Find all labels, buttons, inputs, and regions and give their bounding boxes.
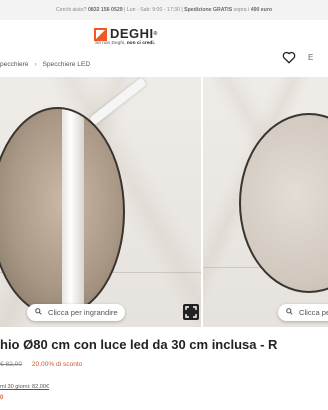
zoom-button-2[interactable]: Clicca pe	[278, 304, 328, 321]
breadcrumb-item-specchiere-led[interactable]: Specchiere LED	[42, 61, 90, 68]
shipping-threshold: 490 euro	[250, 7, 273, 13]
expand-icon	[185, 306, 197, 318]
round-mirror-image	[0, 107, 125, 317]
search-icon	[35, 308, 42, 315]
opening-hours: | Lun - Sab: 9:00 - 17:30 |	[124, 7, 183, 13]
round-mirror-image-2	[239, 113, 328, 293]
gallery-image-2[interactable]	[203, 77, 328, 327]
discount-badge: 20,00% di sconto	[31, 361, 83, 368]
chevron-right-icon: ›	[34, 61, 37, 68]
lowest-price-note: ml 30 giorni: 82,00€	[0, 384, 50, 390]
price-row: € 82,00 20,00% di sconto	[0, 361, 82, 368]
product-title: hio Ø80 cm con luce led da 30 cm inclusa…	[0, 337, 278, 352]
fullscreen-button[interactable]	[183, 304, 199, 320]
logo-mark-icon	[94, 28, 107, 41]
help-text: Cerchi aiuto?	[55, 7, 87, 13]
breadcrumb-item-specchiere[interactable]: pecchiere	[0, 61, 29, 68]
brand-tagline: Se non Deghi, non ci credi.	[95, 41, 156, 46]
top-info-bar: Cerchi aiuto? 0832 156 0529 | Lun - Sab:…	[0, 0, 328, 20]
product-gallery[interactable]	[0, 77, 328, 327]
gallery-image-1[interactable]	[0, 77, 201, 327]
status-indicator: 0	[0, 395, 4, 401]
zoom-label-2: Clicca pe	[299, 308, 328, 317]
breadcrumb: pecchiere › Specchiere LED	[0, 61, 328, 73]
brand-logo[interactable]: DEGHI®	[94, 27, 158, 41]
shipping-rest: sopra i	[233, 7, 250, 13]
phone-number[interactable]: 0832 156 0529	[88, 7, 123, 13]
old-price: € 82,00	[0, 361, 22, 368]
led-lamp-image	[89, 77, 147, 126]
brand-name: DEGHI	[110, 26, 154, 41]
zoom-label: Clicca per ingrandire	[48, 308, 118, 317]
free-shipping-label: Spedizione GRATIS	[184, 7, 233, 13]
site-header: DEGHI® Se non Deghi, non ci credi. E	[0, 20, 328, 64]
search-icon	[286, 308, 293, 315]
zoom-button[interactable]: Clicca per ingrandire	[27, 304, 125, 321]
